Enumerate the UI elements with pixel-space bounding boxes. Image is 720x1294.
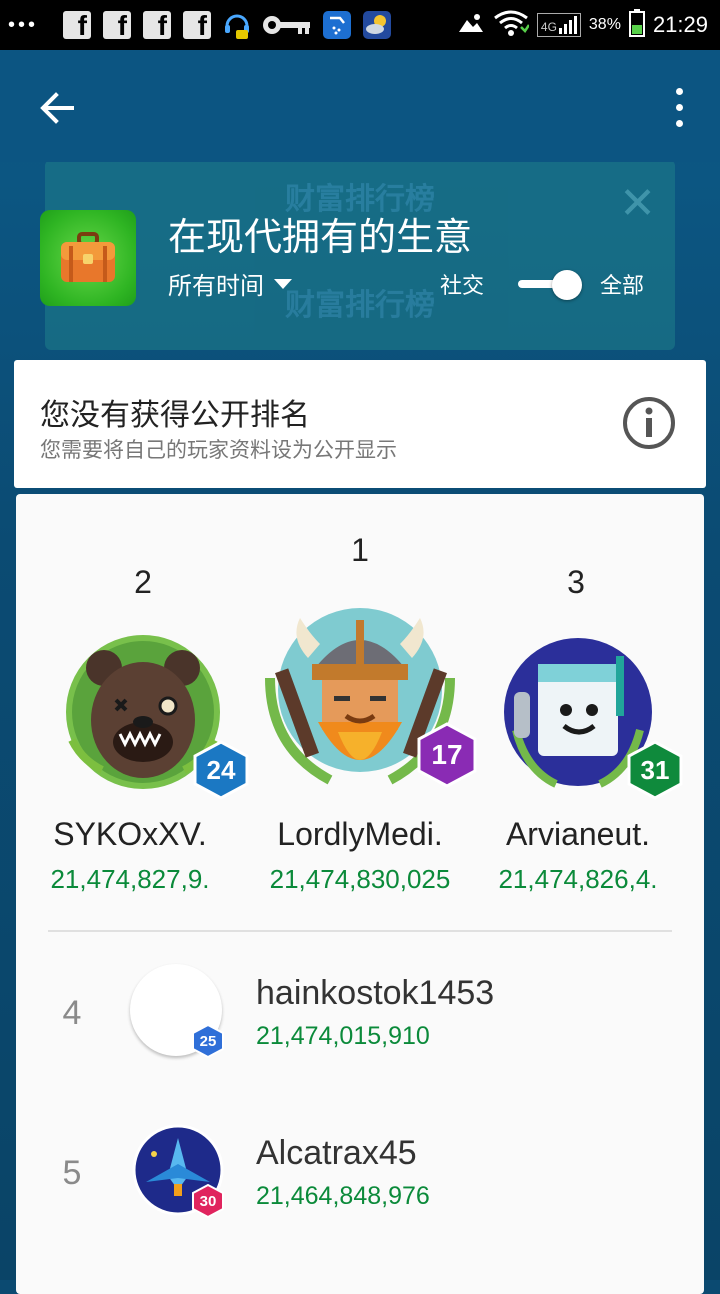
player-name: Arvianeut. bbox=[505, 816, 651, 852]
podium-rank: 2 bbox=[134, 564, 152, 600]
dropdown-caret-icon bbox=[274, 278, 292, 289]
notice-title: 您没有获得公开排名 bbox=[40, 398, 310, 433]
podium-rank: 1 bbox=[351, 532, 369, 568]
info-button[interactable] bbox=[622, 396, 676, 450]
clock: 21:29 bbox=[652, 12, 708, 37]
social-label: 社交 bbox=[440, 274, 485, 299]
social-all-toggle[interactable] bbox=[518, 270, 584, 300]
notice-subtitle: 您需要将自己的玩家资料设为公开显示 bbox=[40, 438, 397, 462]
timespan-dropdown[interactable]: 所有时间 bbox=[168, 266, 292, 301]
player-score: 21,474,830,025 bbox=[269, 864, 451, 894]
list-rank: 4 bbox=[62, 994, 82, 1032]
more-notifications-icon: ••• bbox=[8, 13, 39, 36]
player-avatar[interactable]: 17 bbox=[252, 598, 477, 808]
arrow-back-icon bbox=[40, 92, 74, 124]
player-name: LordlyMedi. bbox=[277, 816, 443, 852]
key-icon bbox=[262, 10, 312, 40]
status-bar: ••• f f f f 4G 38% 21:29 bbox=[0, 0, 720, 50]
photo-icon bbox=[457, 12, 485, 39]
player-avatar[interactable]: 30 bbox=[128, 1124, 228, 1224]
signal-4g-icon: 4G bbox=[536, 13, 581, 37]
player-score: 21,474,826,4. bbox=[498, 864, 658, 894]
leaderboard-title: 在现代拥有的生意 bbox=[168, 215, 473, 259]
level-badge: 17 bbox=[416, 722, 478, 788]
background-close-icon: ✕ bbox=[619, 178, 656, 229]
player-avatar[interactable]: 31 bbox=[494, 630, 684, 810]
level-badge: 30 bbox=[192, 1183, 224, 1219]
level-badge: 24 bbox=[192, 740, 250, 800]
overflow-menu-button[interactable] bbox=[668, 86, 692, 130]
shower-app-icon bbox=[322, 10, 352, 40]
facebook-icon: f bbox=[102, 10, 132, 40]
more-vert-icon bbox=[676, 88, 683, 95]
player-name: hainkostok1453 bbox=[256, 974, 495, 1012]
facebook-icon: f bbox=[182, 10, 212, 40]
player-score: 21,474,015,910 bbox=[256, 1022, 430, 1050]
battery-percent: 38% bbox=[588, 16, 621, 33]
facebook-icon: f bbox=[62, 10, 92, 40]
list-rank: 5 bbox=[62, 1154, 82, 1192]
wifi-icon bbox=[493, 9, 530, 42]
player-avatar[interactable]: 24 bbox=[52, 630, 249, 810]
level-badge: 31 bbox=[626, 740, 684, 800]
facebook-icon: f bbox=[142, 10, 172, 40]
briefcase-icon bbox=[61, 232, 115, 282]
podium-rank: 3 bbox=[567, 564, 585, 600]
divider bbox=[48, 930, 672, 932]
player-score: 21,474,827,9. bbox=[50, 864, 210, 894]
toggle-knob bbox=[552, 270, 582, 300]
player-avatar[interactable]: 25 bbox=[128, 964, 228, 1064]
info-icon bbox=[623, 397, 675, 449]
game-icon bbox=[40, 210, 136, 306]
player-name: Alcatrax45 bbox=[256, 1134, 417, 1172]
weather-app-icon bbox=[362, 10, 392, 40]
battery-icon bbox=[628, 8, 645, 42]
public-rank-notice: 您没有获得公开排名 您需要将自己的玩家资料设为公开显示 bbox=[14, 360, 706, 488]
player-score: 21,464,848,976 bbox=[256, 1182, 430, 1210]
player-name: SYKOxXV. bbox=[53, 816, 207, 852]
level-badge: 25 bbox=[192, 1023, 224, 1059]
timespan-label: 所有时间 bbox=[168, 272, 264, 300]
all-label: 全部 bbox=[600, 274, 645, 299]
app-bar bbox=[0, 50, 720, 162]
back-button[interactable] bbox=[34, 86, 78, 130]
headset-chat-icon bbox=[222, 10, 252, 40]
leaderboard-card: 2 24 SYKOxXV. 21,474,827,9. 1 17 LordlyM… bbox=[16, 494, 704, 1294]
